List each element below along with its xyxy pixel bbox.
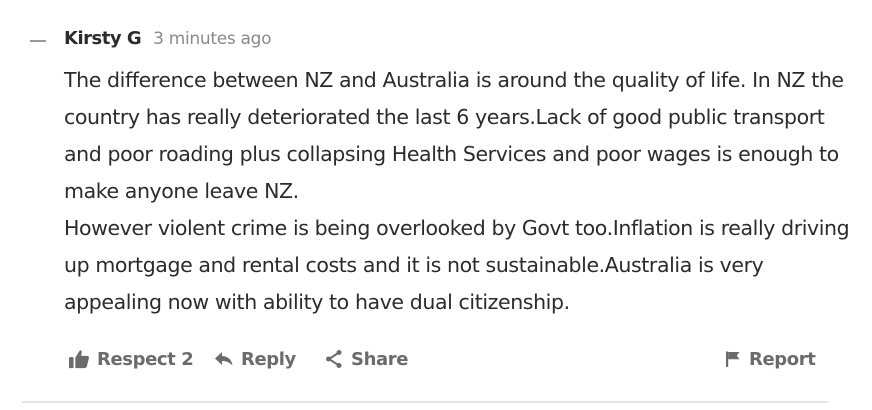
timestamp: 3 minutes ago — [153, 29, 272, 49]
thumbs-up-icon — [69, 350, 89, 369]
reply-arrow-icon — [215, 352, 233, 366]
comment-paragraph: However violent crime is being overlooke… — [64, 216, 850, 314]
share-icon — [326, 350, 342, 368]
collapse-toggle-icon[interactable] — [30, 40, 46, 42]
comment-paragraph: The difference between NZ and Australia … — [64, 68, 844, 203]
share-button[interactable]: Share — [324, 344, 408, 374]
reply-label: Reply — [241, 348, 296, 370]
comment-actions: Respect 2 Reply Share Report — [68, 344, 828, 374]
flag-icon — [726, 351, 740, 367]
report-button[interactable]: Report — [724, 344, 816, 374]
comment-divider — [22, 401, 828, 403]
share-label: Share — [351, 348, 409, 370]
comment: Kirsty G 3 minutes ago The difference be… — [0, 0, 872, 410]
respect-label: Respect 2 — [97, 348, 194, 370]
respect-button[interactable]: Respect 2 — [68, 344, 194, 374]
reply-button[interactable]: Reply — [214, 344, 296, 374]
comment-body: The difference between NZ and Australia … — [64, 62, 854, 321]
comment-header: Kirsty G 3 minutes ago — [64, 28, 272, 54]
report-label: Report — [749, 348, 816, 370]
author-name[interactable]: Kirsty G — [64, 28, 142, 49]
